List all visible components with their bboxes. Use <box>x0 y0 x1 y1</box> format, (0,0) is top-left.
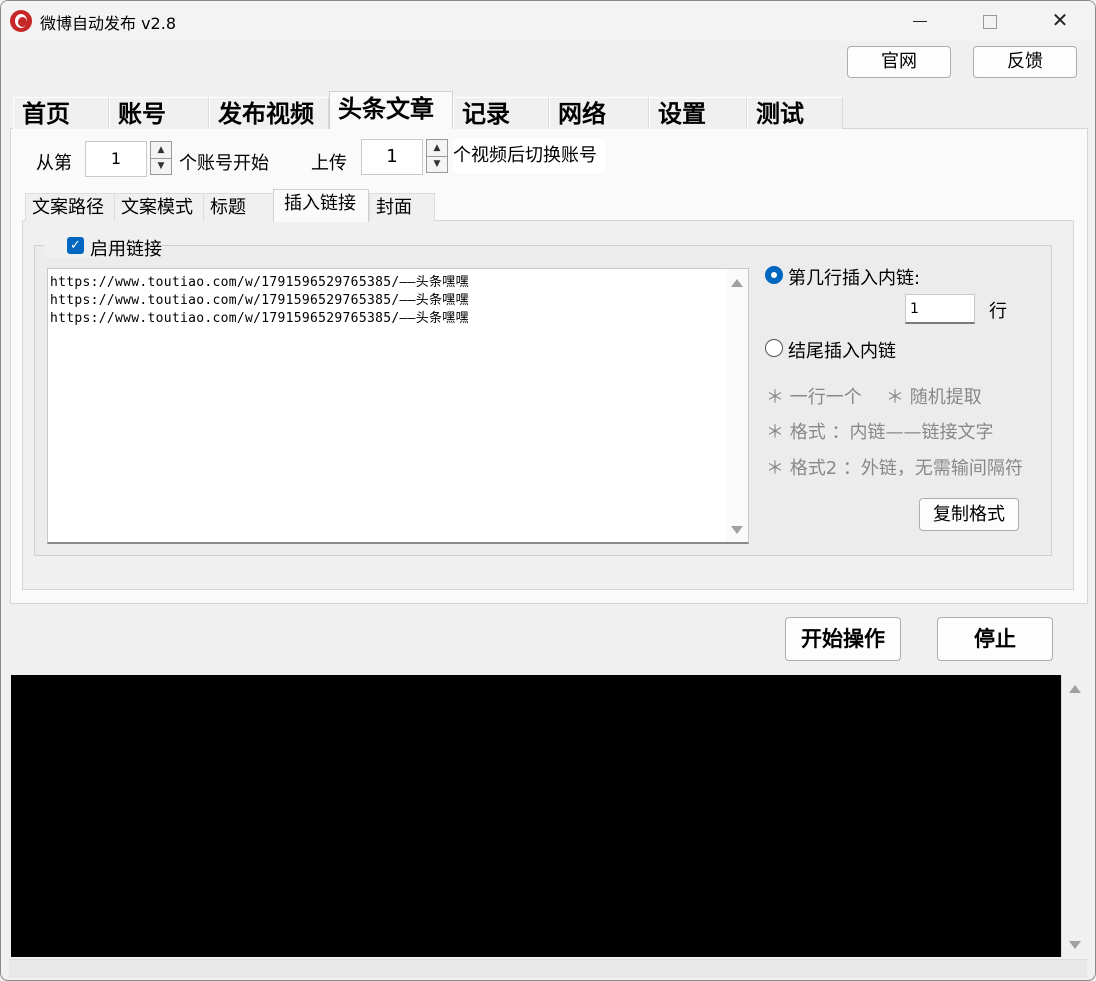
close-button[interactable]: ✕ <box>1027 1 1093 41</box>
tab-publish-video[interactable]: 发布视频 <box>209 97 329 129</box>
tab-home[interactable]: 首页 <box>13 97 109 129</box>
subtab-copy-mode[interactable]: 文案模式 <box>114 193 203 221</box>
console-scrollbar[interactable] <box>1061 675 1088 957</box>
tab-test[interactable]: 测试 <box>747 97 843 129</box>
enable-link-label: 启用链接 <box>90 239 162 260</box>
link-list-textarea[interactable]: https://www.toutiao.com/w/17915965297653… <box>47 268 749 544</box>
link-line: https://www.toutiao.com/w/17915965297653… <box>50 293 469 308</box>
close-icon: ✕ <box>1051 8 1069 32</box>
tab-settings[interactable]: 设置 <box>649 97 747 129</box>
feedback-button[interactable]: 反馈 <box>973 46 1077 78</box>
scroll-down-icon[interactable] <box>1069 941 1081 949</box>
insert-line-input[interactable]: 1 <box>905 294 975 324</box>
start-account-input[interactable]: 1 <box>85 141 147 177</box>
chevron-up-icon[interactable]: ▲ <box>427 140 447 157</box>
hint-format1: ＊ 格式 ：内链——链接文字 <box>766 422 994 443</box>
upload-count-input[interactable]: 1 <box>361 139 423 175</box>
upload-count-stepper[interactable]: ▲ ▼ <box>426 139 448 173</box>
horizontal-scrollbar[interactable] <box>9 959 1087 978</box>
upload-count-suffix: 个视频后切换账号 <box>453 139 605 173</box>
app-logo-icon <box>10 10 32 32</box>
minimize-icon <box>913 21 927 22</box>
start-account-prefix: 从第 <box>36 153 72 174</box>
upload-count-prefix: 上传 <box>311 153 347 174</box>
title-bar: 微博自动发布 v2.8 ✕ <box>1 1 1095 41</box>
link-line: https://www.toutiao.com/w/17915965297653… <box>50 311 469 326</box>
minimize-button[interactable] <box>887 1 953 41</box>
insert-at-end-radio[interactable] <box>765 339 783 357</box>
website-button[interactable]: 官网 <box>847 46 951 78</box>
subtab-cover[interactable]: 封面 <box>369 193 435 221</box>
app-window: 微博自动发布 v2.8 ✕ 官网 反馈 首页 账号 发布视频 头条文章 记录 网… <box>0 0 1096 981</box>
start-button[interactable]: 开始操作 <box>785 617 901 661</box>
hint-one-per-line: ＊ 一行一个 <box>766 387 862 408</box>
subtab-title[interactable]: 标题 <box>203 193 273 221</box>
insert-at-end-label: 结尾插入内链 <box>788 341 896 362</box>
insert-at-line-label: 第几行插入内链: <box>788 268 921 289</box>
chevron-down-icon[interactable]: ▼ <box>151 158 171 174</box>
scroll-down-icon[interactable] <box>731 526 743 534</box>
maximize-button[interactable] <box>957 1 1023 41</box>
hint-format2: ＊ 格式2 ：外链，无需输间隔符 <box>766 458 1023 479</box>
enable-link-checkbox[interactable]: ✓ <box>67 237 84 254</box>
maximize-icon <box>983 14 997 29</box>
textarea-scrollbar[interactable] <box>726 269 748 542</box>
insert-line-unit: 行 <box>989 301 1007 322</box>
chevron-down-icon[interactable]: ▼ <box>427 156 447 172</box>
scroll-up-icon[interactable] <box>1069 685 1081 693</box>
copy-format-button[interactable]: 复制格式 <box>919 498 1019 531</box>
subtab-copy-path[interactable]: 文案路径 <box>25 193 114 221</box>
log-console[interactable] <box>11 675 1061 957</box>
tab-records[interactable]: 记录 <box>453 97 549 129</box>
start-account-suffix: 个账号开始 <box>179 153 269 174</box>
tab-account[interactable]: 账号 <box>109 97 209 129</box>
insert-at-line-radio[interactable] <box>765 266 783 284</box>
start-account-stepper[interactable]: ▲ ▼ <box>150 141 172 175</box>
window-title: 微博自动发布 v2.8 <box>40 14 177 33</box>
chevron-up-icon[interactable]: ▲ <box>151 142 171 159</box>
subtab-insert-link[interactable]: 插入链接 <box>273 189 369 222</box>
stop-button[interactable]: 停止 <box>937 617 1053 661</box>
scroll-up-icon[interactable] <box>731 279 743 287</box>
tab-network[interactable]: 网络 <box>549 97 649 129</box>
hint-random: ＊ 随机提取 <box>886 387 982 408</box>
link-line: https://www.toutiao.com/w/17915965297653… <box>50 275 469 290</box>
tab-toutiao-article[interactable]: 头条文章 <box>329 91 453 129</box>
